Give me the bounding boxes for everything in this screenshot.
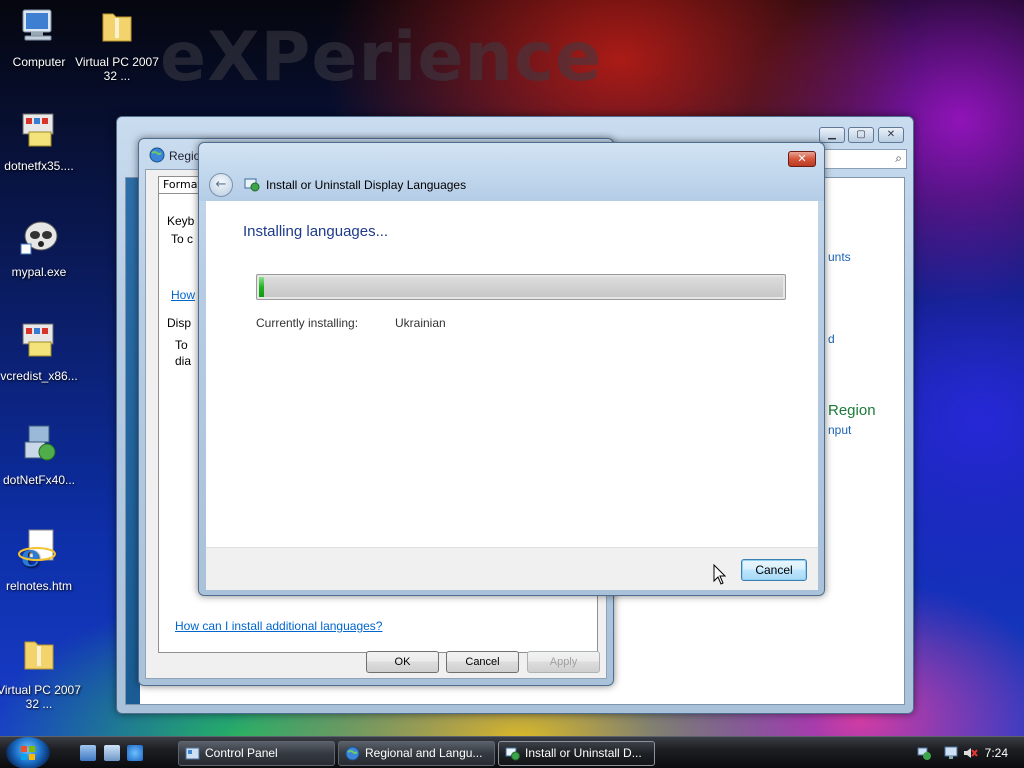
- taskbar-item-regional[interactable]: Regional and Langu...: [338, 741, 495, 766]
- back-button[interactable]: ←: [209, 173, 233, 197]
- desktop-icon-label: dotNetFx40...: [2, 473, 76, 487]
- control-panel-icon: [185, 747, 200, 760]
- system-tray: 7:24: [914, 737, 1024, 768]
- taskbar-item-label: Control Panel: [205, 746, 278, 760]
- search-icon: ⌕: [895, 151, 902, 165]
- zip-folder-icon: [24, 641, 54, 670]
- control-panel-category-title[interactable]: Region: [828, 402, 876, 419]
- desktop-icon-label: mypal.exe: [11, 265, 67, 279]
- taskbar-item-control-panel[interactable]: Control Panel: [178, 741, 335, 766]
- desktop-icon-relnotes[interactable]: e relnotes.htm: [0, 528, 84, 593]
- desktop-icon-dotnetfx35[interactable]: dotnetfx35....: [0, 108, 84, 173]
- desktop-icon-label: Virtual PC 2007 32 ...: [0, 683, 81, 711]
- svg-text:e: e: [21, 539, 40, 572]
- network-icon[interactable]: [916, 745, 932, 761]
- display-language-heading: Disp: [167, 316, 192, 330]
- currently-installing-value: Ukrainian: [395, 316, 446, 330]
- desktop-icon-dotnetfx40[interactable]: dotNetFx40...: [0, 422, 84, 487]
- install-progress-bar: [256, 274, 786, 300]
- currently-installing-label: Currently installing:: [256, 316, 359, 330]
- setup-icon: [24, 425, 56, 461]
- switch-windows-icon[interactable]: [104, 745, 120, 761]
- apply-button[interactable]: Apply: [527, 651, 600, 673]
- dialog-title: Install or Uninstall Display Languages: [266, 178, 467, 192]
- volume-muted-icon[interactable]: [962, 745, 978, 761]
- dialog-title: Regio: [169, 149, 201, 163]
- desktop-icon-label: relnotes.htm: [5, 579, 73, 593]
- desktop-icon-label: Virtual PC 2007 32 ...: [75, 55, 159, 83]
- cancel-button[interactable]: Cancel: [741, 559, 807, 581]
- internet-explorer-icon[interactable]: [127, 745, 143, 761]
- back-arrow-icon: ←: [215, 177, 227, 192]
- globe-icon: [149, 147, 165, 163]
- ok-button[interactable]: OK: [366, 651, 439, 673]
- status-heading: Installing languages...: [243, 223, 389, 240]
- computer-icon: [22, 9, 52, 41]
- display-icon[interactable]: [944, 745, 960, 761]
- close-button[interactable]: ✕: [788, 151, 816, 167]
- display-language-text: To: [175, 338, 188, 352]
- maximize-button[interactable]: ▢: [848, 127, 874, 143]
- cancel-button[interactable]: Cancel: [446, 651, 519, 673]
- control-panel-link-fragment[interactable]: unts: [828, 250, 851, 264]
- windows-logo-icon: [21, 746, 35, 760]
- language-icon: [244, 178, 260, 192]
- desktop-icon-label: vcredist_x86...: [0, 369, 78, 383]
- minimize-button[interactable]: ▁: [819, 127, 845, 143]
- regional-icon: [345, 746, 360, 761]
- show-desktop-icon[interactable]: [80, 745, 96, 761]
- raccoon-icon: [20, 221, 58, 255]
- keyboards-help-link[interactable]: How: [171, 288, 195, 302]
- desktop-icon-vcredist[interactable]: vcredist_x86...: [0, 318, 84, 383]
- taskbar-item-install-languages[interactable]: Install or Uninstall D...: [498, 741, 655, 766]
- install-languages-help-link[interactable]: How can I install additional languages?: [175, 619, 382, 633]
- desktop-icon-label: dotnetfx35....: [4, 159, 74, 173]
- internet-explorer-icon: e: [18, 529, 56, 574]
- taskbar-item-label: Install or Uninstall D...: [525, 746, 642, 760]
- language-icon: [505, 747, 520, 761]
- zip-folder-icon: [102, 13, 132, 42]
- desktop-icon-virtualpc-2[interactable]: Virtual PC 2007 32 ...: [0, 632, 84, 711]
- desktop-icon-mypal[interactable]: mypal.exe: [0, 214, 84, 279]
- keyboards-heading: Keyb: [167, 214, 195, 228]
- progress-fill: [259, 277, 265, 297]
- installer-icon: [22, 323, 54, 357]
- control-panel-link-fragment[interactable]: nput: [828, 423, 851, 437]
- keyboards-text: To c: [171, 232, 194, 246]
- mouse-cursor-icon: [713, 564, 727, 585]
- installer-icon: [22, 113, 54, 147]
- desktop-icon-virtualpc-1[interactable]: Virtual PC 2007 32 ...: [72, 4, 162, 83]
- wallpaper-watermark: eXPerience: [160, 18, 603, 97]
- progress-track: [259, 277, 783, 297]
- display-language-text: dia: [175, 354, 192, 368]
- dialog-content: Installing languages... Currently instal…: [206, 201, 818, 547]
- start-button[interactable]: [6, 737, 50, 768]
- taskbar: Control Panel Regional and Langu... Inst…: [0, 736, 1024, 768]
- taskbar-item-label: Regional and Langu...: [365, 746, 483, 760]
- install-languages-dialog[interactable]: ✕ ← Install or Uninstall Display Languag…: [198, 142, 825, 596]
- clock[interactable]: 7:24: [985, 746, 1008, 760]
- close-button[interactable]: ✕: [878, 127, 904, 143]
- control-panel-link-fragment[interactable]: d: [828, 332, 835, 346]
- dialog-header: [199, 143, 824, 201]
